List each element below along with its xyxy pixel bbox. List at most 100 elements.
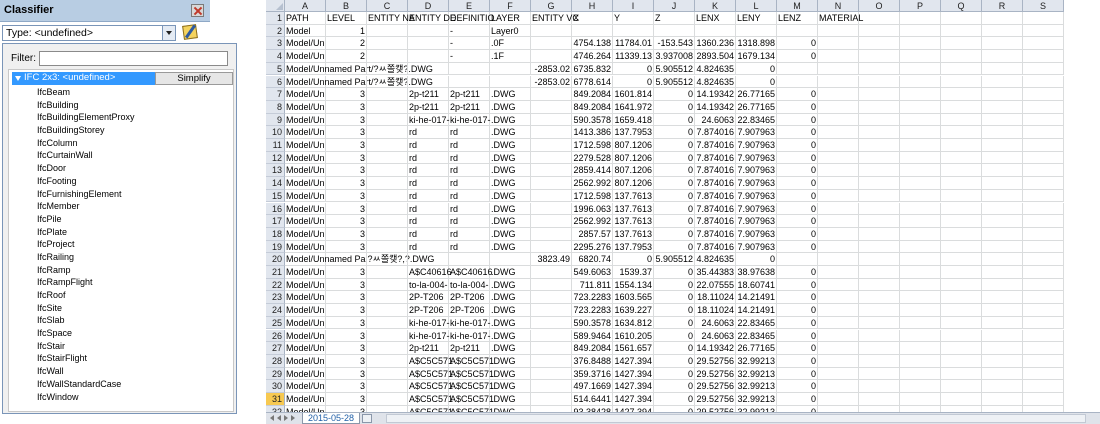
sheet-cell[interactable]: Model/Un [285,189,326,203]
sheet-cell[interactable]: 1360.236 [695,37,736,51]
sheet-cell[interactable]: Model/Un [285,278,326,292]
sheet-cell[interactable]: Model/Un [285,50,326,63]
sheet-cell[interactable]: 22.83465 [736,316,777,330]
sheet-cell[interactable]: 7.907963 [736,164,777,178]
sheet-cell[interactable]: A$C40616 [449,266,493,279]
sheet-cell[interactable] [941,75,982,89]
sheet-cell[interactable]: 0 [777,164,818,178]
sheet-cell[interactable]: 0 [654,367,695,381]
sheet-cell[interactable]: 4754.138 [572,37,613,51]
sheet-cell[interactable]: 0 [654,164,695,178]
sheet-cell[interactable]: 3 [326,266,367,279]
sheet-cell[interactable] [982,215,1023,228]
sheet-cell[interactable] [859,215,900,228]
sheet-cell[interactable]: 0 [777,393,818,406]
sheet-cell[interactable] [818,126,859,139]
sheet-cell[interactable]: rd [449,215,490,228]
sheet-cell[interactable] [367,24,408,38]
sheet-cell[interactable]: .DWG [490,266,531,279]
row-header[interactable]: 5 [266,62,285,76]
sheet-cell[interactable]: 7.907963 [736,151,777,165]
sheet-cell[interactable]: 0 [654,189,695,203]
sheet-cell[interactable] [367,37,408,51]
sheet-cell[interactable] [982,227,1023,241]
sheet-cell[interactable]: 1659.418 [613,113,654,127]
sheet-cell[interactable] [941,88,982,101]
sheet-cell[interactable] [859,278,900,292]
sheet-cell[interactable]: 0 [777,151,818,165]
sheet-cell[interactable]: Model/Un [285,177,326,190]
sheet-cell[interactable]: 0 [777,240,818,254]
sheet-cell[interactable]: LENX [695,12,736,25]
edit-classifier-icon[interactable] [180,23,202,41]
sheet-cell[interactable] [859,291,900,305]
sheet-cell[interactable]: 0 [613,253,654,266]
sheet-cell[interactable]: 14.19342 [695,100,736,114]
sheet-cell[interactable] [367,139,408,152]
sheet-cell[interactable]: 497.1669 [572,380,613,393]
sheet-cell[interactable]: .0F [490,37,531,51]
sheet-cell[interactable] [900,100,941,114]
sheet-cell[interactable]: .DWG [490,354,531,368]
sheet-cell[interactable] [531,266,572,279]
sheet-cell[interactable]: 2P-T206 [408,291,449,305]
sheet-cell[interactable]: 1 [326,24,367,38]
sheet-cell[interactable] [900,367,941,381]
sheet-cell[interactable] [818,113,859,127]
sheet-cell[interactable]: 32.99213 [736,354,777,368]
sheet-tab[interactable]: 2015-05-28 [302,413,360,424]
sheet-cell[interactable] [859,50,900,63]
next-sheet-icon[interactable] [284,415,288,421]
sheet-cell[interactable]: ki-he-017- [408,113,450,127]
sheet-cell[interactable]: 14.21491 [736,304,777,317]
sheet-cell[interactable] [408,24,449,38]
sheet-cell[interactable]: 7.907963 [736,215,777,228]
sheet-cell[interactable]: 3 [326,227,367,241]
expand-triangle-icon[interactable] [15,76,21,81]
sheet-cell[interactable] [900,139,941,152]
sheet-cell[interactable] [941,164,982,178]
sheet-cell[interactable]: 0 [654,202,695,216]
sheet-cell[interactable] [1023,12,1064,25]
sheet-cell[interactable] [1023,227,1064,241]
sheet-cell[interactable] [941,62,982,76]
sheet-cell[interactable]: 7.874016 [695,227,736,241]
sheet-cell[interactable]: LENZ [777,12,818,25]
sheet-cell[interactable] [982,177,1023,190]
sheet-cell[interactable] [941,126,982,139]
sheet-cell[interactable] [900,37,941,51]
sheet-cell[interactable]: 3 [326,215,367,228]
sheet-cell[interactable]: A$C5C571 [408,380,453,393]
sheet-cell[interactable] [408,37,449,51]
sheet-cell[interactable]: 589.9464 [572,329,613,343]
sheet-cell[interactable]: 4.824635 [695,253,736,266]
sheet-cell[interactable]: 807.1206 [613,177,654,190]
last-sheet-icon[interactable] [291,415,295,421]
sheet-cell[interactable] [818,329,859,343]
sheet-cell[interactable] [531,393,572,406]
sheet-cell[interactable] [941,37,982,51]
sheet-cell[interactable] [941,50,982,63]
sheet-cell[interactable] [818,253,859,266]
sheet-cell[interactable] [982,113,1023,127]
sheet-cell[interactable] [982,304,1023,317]
sheet-cell[interactable] [367,291,408,305]
sheet-cell[interactable]: 7.874016 [695,240,736,254]
sheet-cell[interactable] [900,177,941,190]
sheet-cell[interactable] [982,367,1023,381]
sheet-cell[interactable] [1023,304,1064,317]
row-header[interactable]: 3 [266,37,285,51]
sheet-cell[interactable] [367,316,408,330]
sheet-cell[interactable] [900,266,941,279]
sheet-cell[interactable] [818,304,859,317]
tree-item[interactable]: IfcSpace [37,327,135,340]
sheet-cell[interactable] [941,342,982,355]
sheet-cell[interactable] [900,88,941,101]
sheet-cell[interactable] [654,24,695,38]
sheet-cell[interactable] [818,316,859,330]
sheet-cell[interactable]: 0 [613,75,654,89]
sheet-cell[interactable] [900,215,941,228]
sheet-cell[interactable] [367,177,408,190]
sheet-cell[interactable]: .DWG [490,291,531,305]
sheet-cell[interactable]: Model/Un [285,164,326,178]
